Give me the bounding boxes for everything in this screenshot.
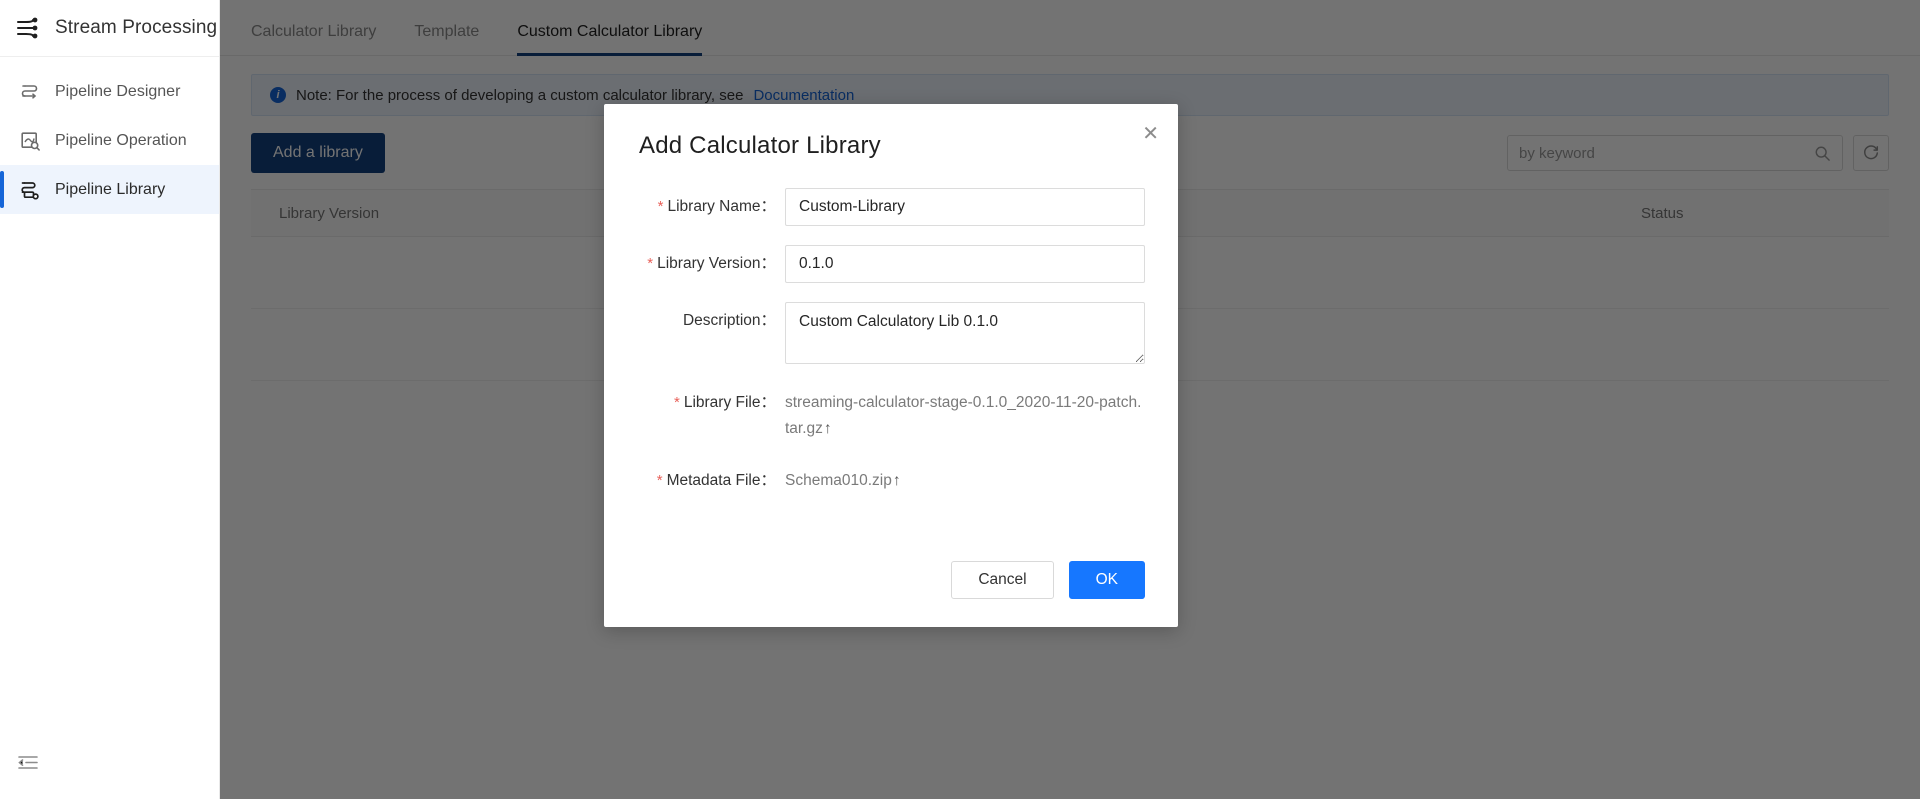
form-row-metadata-file: * Metadata File： Schema010.zip↑	[637, 466, 1145, 494]
sidebar-item-pipeline-operation[interactable]: Pipeline Operation	[0, 116, 219, 165]
upload-icon[interactable]: ↑	[893, 472, 901, 489]
field-description	[785, 302, 1145, 369]
label-text: Library Version：	[657, 255, 776, 272]
cancel-button[interactable]: Cancel	[951, 561, 1054, 599]
sidebar-item-pipeline-designer[interactable]: Pipeline Designer	[0, 67, 219, 116]
label-library-name: * Library Name：	[637, 188, 785, 226]
field-metadata-file: Schema010.zip↑	[785, 466, 1145, 494]
add-calculator-library-dialog: ✕ Add Calculator Library * Library Name： …	[604, 104, 1178, 627]
pipeline-designer-icon	[19, 81, 41, 103]
form-row-library-version: * Library Version：	[637, 245, 1145, 283]
description-textarea[interactable]	[785, 302, 1145, 364]
field-library-version	[785, 245, 1145, 283]
label-text: Library File：	[683, 394, 776, 411]
metadata-file-name-wrapper: Schema010.zip↑	[785, 466, 1145, 494]
library-version-input[interactable]	[785, 245, 1145, 283]
form-row-library-file: * Library File： streaming-calculator-stag…	[637, 388, 1145, 442]
field-library-name	[785, 188, 1145, 226]
ok-button[interactable]: OK	[1068, 561, 1145, 599]
required-marker: *	[657, 198, 664, 215]
label-text: Metadata File：	[666, 472, 776, 489]
sidebar-item-label: Pipeline Library	[55, 180, 166, 198]
sidebar-nav: Pipeline Designer Pipeline Operation Pip…	[0, 57, 219, 214]
label-description: Description：	[637, 302, 785, 340]
add-library-form: *Library Name： *Library Version： Descrip…	[604, 160, 1178, 494]
library-name-input[interactable]	[785, 188, 1145, 226]
label-metadata-file: * Metadata File：	[637, 466, 785, 494]
sidebar-item-label: Pipeline Designer	[55, 82, 181, 100]
form-row-description: Description：	[637, 302, 1145, 369]
required-marker: *	[656, 472, 663, 489]
label-text: Description：	[682, 312, 776, 329]
collapse-sidebar-icon[interactable]	[16, 751, 40, 775]
field-library-file: streaming-calculator-stage-0.1.0_2020-11…	[785, 388, 1145, 442]
library-file-name: streaming-calculator-stage-0.1.0_2020-11…	[785, 394, 1142, 437]
required-marker: *	[647, 255, 654, 272]
pipeline-operation-icon	[19, 130, 41, 152]
upload-icon[interactable]: ↑	[824, 420, 832, 437]
sidebar-item-label: Pipeline Operation	[55, 131, 187, 149]
app-brand: Stream Processing	[0, 0, 219, 57]
library-file-name-wrapper: streaming-calculator-stage-0.1.0_2020-11…	[785, 388, 1145, 442]
dialog-footer: Cancel OK	[951, 561, 1145, 599]
form-row-library-name: * Library Name：	[637, 188, 1145, 226]
label-text: Library Name：	[667, 198, 776, 215]
app-root: Stream Processing Pipeline Designer Pipe…	[0, 0, 1920, 799]
label-library-version: * Library Version：	[637, 245, 785, 283]
app-title: Stream Processing	[55, 17, 218, 38]
metadata-file-name: Schema010.zip	[785, 472, 892, 489]
sidebar-item-pipeline-library[interactable]: Pipeline Library	[0, 165, 219, 214]
required-marker: *	[673, 394, 680, 411]
pipeline-library-icon	[19, 179, 41, 201]
dialog-title: Add Calculator Library	[639, 132, 881, 159]
sidebar: Stream Processing Pipeline Designer Pipe…	[0, 0, 220, 799]
close-icon[interactable]: ✕	[1142, 124, 1159, 144]
stream-flow-icon	[15, 15, 41, 41]
label-library-file: * Library File：	[637, 388, 785, 416]
